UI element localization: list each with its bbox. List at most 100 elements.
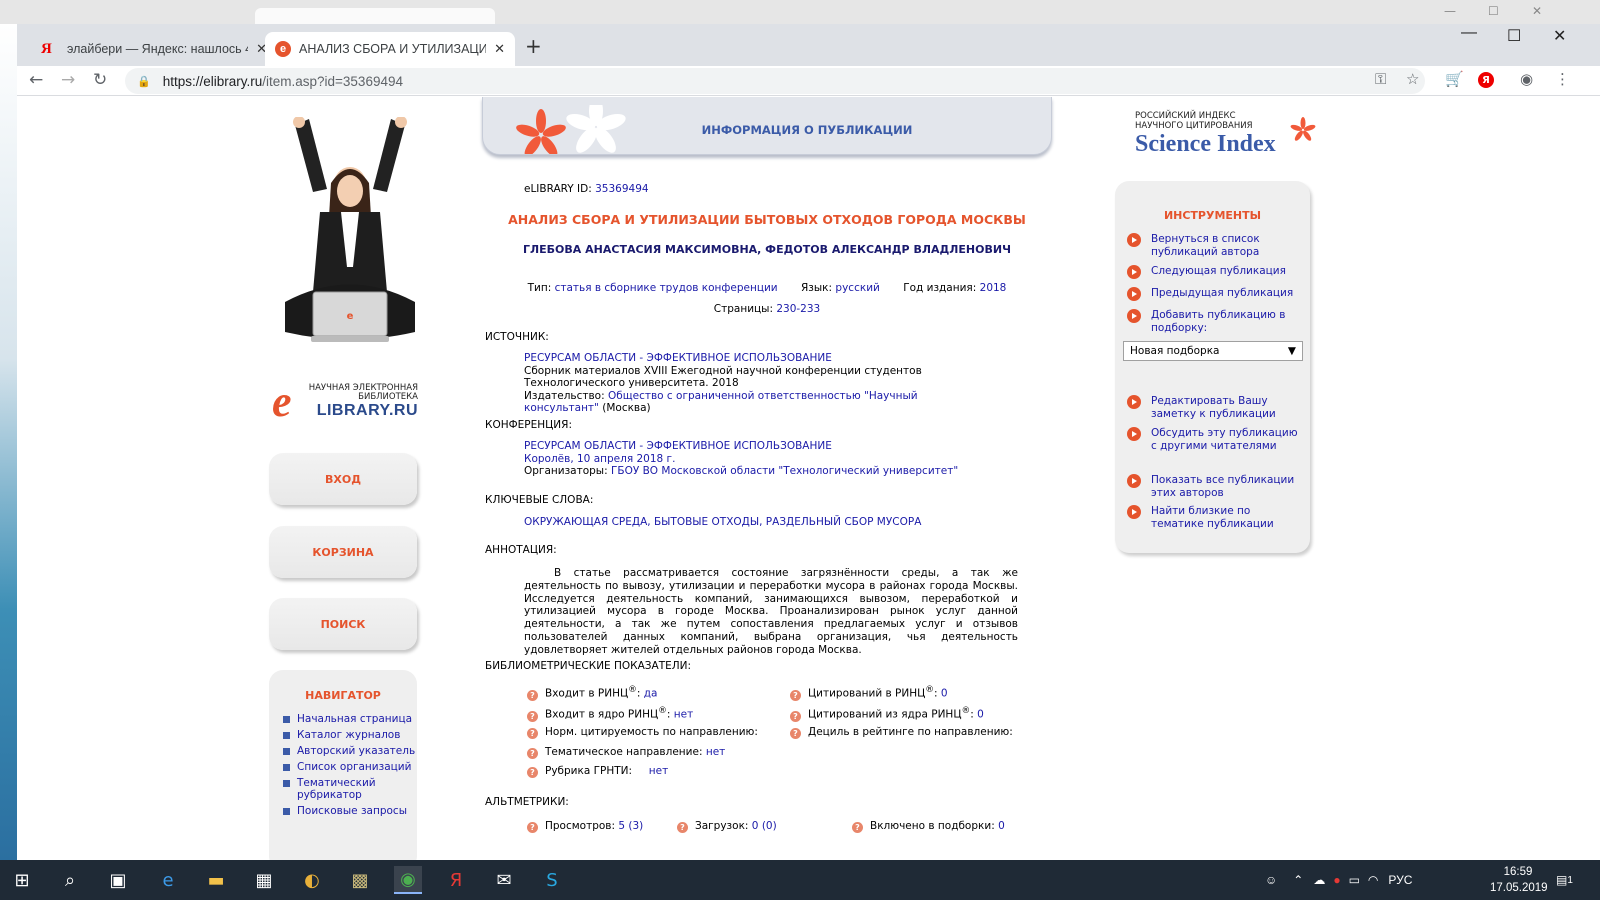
publication-authors[interactable]: ГЛЕБОВА АНАСТАСИЯ МАКСИМОВНА, ФЕДОТОВ АЛ…: [487, 243, 1047, 256]
keywords-links[interactable]: ОКРУЖАЮЩАЯ СРЕДА, БЫТОВЫЕ ОТХОДЫ, РАЗДЕЛ…: [524, 516, 921, 529]
minimize-icon[interactable]: —: [1461, 24, 1477, 42]
tool-next-publication[interactable]: Следующая публикация: [1127, 265, 1305, 279]
task-view-icon[interactable]: ▣: [104, 866, 132, 894]
organizers-link[interactable]: ГБОУ ВО Московской области "Технологичес…: [611, 465, 958, 477]
play-bullet-icon: [1127, 395, 1141, 409]
metric-citations: ? Цитирований в РИНЦ®: 0: [790, 685, 948, 701]
notifications-button[interactable]: ▤ 1: [1556, 860, 1573, 900]
year-link[interactable]: 2018: [980, 282, 1007, 294]
yandex-browser-icon[interactable]: Я: [442, 866, 470, 894]
key-icon[interactable]: ⚿: [1375, 70, 1386, 88]
bookmark-star-icon[interactable]: ☆: [1406, 70, 1419, 88]
profile-icon[interactable]: ◉: [1520, 70, 1533, 88]
help-icon[interactable]: ?: [790, 710, 801, 722]
science-index-logo[interactable]: РОССИЙСКИЙ ИНДЕКС НАУЧНОГО ЦИТИРОВАНИЯ S…: [1135, 111, 1316, 171]
tool-edit-note[interactable]: Редактировать Вашу заметку к публикации: [1127, 395, 1305, 420]
app-icon[interactable]: ◐: [298, 866, 326, 894]
tray-chevron-icon[interactable]: ⌃: [1293, 873, 1303, 887]
maximize-icon[interactable]: ☐: [1507, 26, 1521, 46]
help-icon[interactable]: ?: [527, 710, 538, 722]
edge-icon[interactable]: e: [154, 866, 182, 894]
tool-find-similar[interactable]: Найти близкие по тематике публикации: [1127, 505, 1305, 530]
bullet-square-icon: [283, 780, 290, 787]
back-icon[interactable]: ←: [29, 70, 43, 90]
collection-select[interactable]: Новая подборка ▼: [1123, 341, 1303, 361]
search-button[interactable]: ПОИСК: [269, 598, 417, 650]
help-icon[interactable]: ?: [527, 822, 538, 833]
help-icon[interactable]: ?: [677, 822, 688, 833]
reload-icon[interactable]: ↻: [93, 70, 107, 90]
nav-item-rubricator[interactable]: Тематический рубрикатор: [283, 777, 376, 801]
clock[interactable]: 16:59 17.05.2019: [1490, 864, 1548, 896]
battery-icon[interactable]: ▭: [1349, 873, 1360, 887]
start-windows-icon[interactable]: ⊞: [8, 866, 36, 894]
source-description: Сборник материалов XVIII Ежегодной научн…: [524, 364, 922, 390]
play-bullet-icon: [1127, 309, 1141, 323]
cart-extension-icon[interactable]: 🛒: [1445, 70, 1464, 88]
metric-topic: ? Тематическое направление: нет: [527, 746, 725, 759]
nav-item-authors[interactable]: Авторский указатель: [283, 745, 417, 757]
archive-icon[interactable]: ▩: [346, 866, 374, 894]
background-window-strip: — ☐ ✕: [0, 0, 1600, 24]
store-icon[interactable]: ▦: [250, 866, 278, 894]
elibrary-id-link[interactable]: 35369494: [595, 183, 648, 195]
conference-label: КОНФЕРЕНЦИЯ:: [485, 419, 572, 431]
skype-icon[interactable]: S: [538, 866, 566, 894]
language-link[interactable]: русский: [835, 282, 879, 294]
play-bullet-icon: [1127, 287, 1141, 301]
chrome-icon[interactable]: ◉: [394, 866, 422, 894]
yandex-extension-icon[interactable]: Я: [1478, 72, 1494, 88]
help-icon[interactable]: ?: [790, 689, 801, 701]
conference-title-link[interactable]: РЕСУРСАМ ОБЛАСТИ - ЭФФЕКТИВНОЕ ИСПОЛЬЗОВ…: [524, 440, 832, 452]
tool-discuss[interactable]: Обсудить эту публикацию с другими читате…: [1127, 427, 1305, 452]
abstract-label: АННОТАЦИЯ:: [485, 544, 557, 556]
tab-close-icon[interactable]: ✕: [494, 41, 505, 57]
help-icon[interactable]: ?: [852, 822, 863, 833]
tool-show-author-publications[interactable]: Показать все публикации этих авторов: [1127, 474, 1305, 499]
close-window-icon[interactable]: ✕: [1553, 26, 1566, 46]
alt-views: ? Просмотров: 5 (3): [527, 820, 643, 833]
help-icon[interactable]: ?: [527, 689, 538, 701]
tool-previous-publication[interactable]: Предыдущая публикация: [1127, 287, 1305, 301]
keywords-label: КЛЮЧЕВЫЕ СЛОВА:: [485, 494, 594, 506]
tool-back-to-author-list[interactable]: Вернуться в список публикаций автора: [1127, 233, 1305, 258]
help-icon[interactable]: ?: [527, 748, 538, 759]
system-tray: ☺ ⌃ ☁ ● ▭ ◠ РУС: [1265, 860, 1412, 900]
elibrary-logo[interactable]: e НАУЧНАЯ ЭЛЕКТРОННАЯ БИБЛИОТЕКА LIBRARY…: [272, 380, 427, 424]
forward-icon[interactable]: →: [61, 70, 75, 90]
tools-panel: ИНСТРУМЕНТЫ Вернуться в список публикаци…: [1115, 181, 1310, 553]
help-icon[interactable]: ?: [527, 767, 538, 778]
lock-icon: 🔒: [137, 75, 151, 88]
tab-yandex[interactable]: Я элайбери — Яндекс: нашлось 4 ✕: [31, 32, 277, 66]
publication-header-banner: ИНФОРМАЦИЯ О ПУБЛИКАЦИИ: [482, 97, 1052, 155]
address-bar[interactable]: 🔒 https://elibrary.ru /item.asp?id=35369…: [125, 68, 1425, 94]
help-icon[interactable]: ?: [527, 728, 538, 739]
pages-row: Страницы: 230-233: [713, 303, 821, 315]
menu-icon[interactable]: ⋮: [1555, 70, 1570, 88]
login-button[interactable]: ВХОД: [269, 453, 417, 505]
nav-item-home[interactable]: Начальная страница: [283, 713, 417, 725]
cloud-icon[interactable]: ☁: [1313, 873, 1325, 887]
antivirus-icon[interactable]: ●: [1333, 873, 1340, 887]
metric-core-citations: ? Цитирований из ядра РИНЦ®: 0: [790, 706, 984, 722]
help-icon[interactable]: ?: [790, 728, 801, 739]
source-title-link[interactable]: РЕСУРСАМ ОБЛАСТИ - ЭФФЕКТИВНОЕ ИСПОЛЬЗОВ…: [524, 352, 832, 364]
nav-item-organizations[interactable]: Список организаций: [283, 761, 417, 773]
tool-add-to-collection[interactable]: Добавить публикацию в подборку:: [1127, 309, 1305, 334]
mail-icon[interactable]: ✉: [490, 866, 518, 894]
cart-button[interactable]: КОРЗИНА: [269, 526, 417, 578]
conference-place: Королёв, 10 апреля 2018 г.: [524, 452, 676, 465]
type-link[interactable]: статья в сборнике трудов конференции: [555, 282, 778, 294]
altmetrics-label: АЛЬТМЕТРИКИ:: [485, 796, 569, 808]
nav-item-queries[interactable]: Поисковые запросы: [283, 805, 417, 817]
language-indicator[interactable]: РУС: [1388, 873, 1412, 887]
search-icon[interactable]: ⌕: [56, 866, 84, 894]
metric-decile: ? Дециль в рейтинге по направлению:: [790, 726, 1013, 739]
wifi-icon[interactable]: ◠: [1368, 873, 1378, 887]
file-explorer-icon[interactable]: ▬: [202, 866, 230, 894]
new-tab-icon[interactable]: +: [525, 34, 542, 58]
pages-value: 230-233: [776, 303, 821, 315]
people-icon[interactable]: ☺: [1265, 873, 1277, 887]
nav-item-journals[interactable]: Каталог журналов: [283, 729, 417, 741]
tab-elibrary[interactable]: e АНАЛИЗ СБОРА И УТИЛИЗАЦИ ✕: [265, 32, 515, 66]
